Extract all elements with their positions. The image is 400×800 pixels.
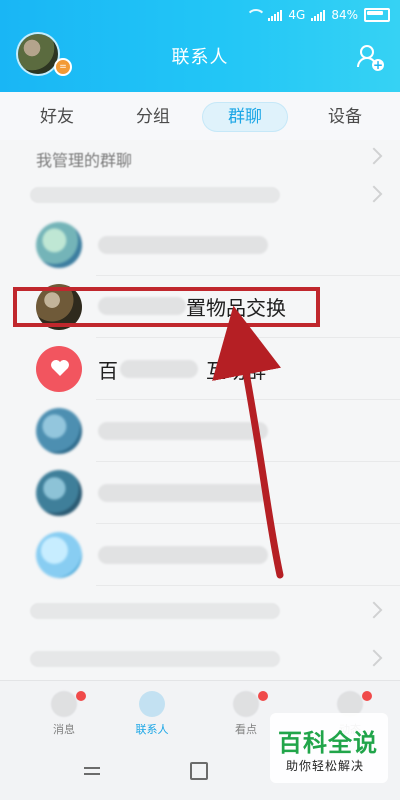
group-avatar (36, 408, 82, 454)
group-avatar (36, 470, 82, 516)
watermark-subtitle: 助你轻松解决 (286, 759, 365, 773)
wifi-icon (246, 9, 262, 21)
group-name-left: 百 (98, 359, 118, 383)
battery-icon (364, 8, 390, 22)
blurred-label (120, 360, 198, 378)
blurred-text (30, 651, 280, 667)
blurred-text (30, 603, 280, 619)
list-item[interactable] (0, 524, 400, 586)
list-item[interactable]: 百 互助群 (0, 338, 400, 400)
blurred-label (98, 422, 268, 440)
blurred-label (98, 236, 268, 254)
tab-devices[interactable]: 设备 (318, 102, 372, 132)
group-avatar (36, 222, 82, 268)
blurred-text (30, 187, 280, 203)
page-title: 联系人 (171, 47, 229, 68)
highlight-box (13, 287, 320, 327)
list-item[interactable] (0, 214, 400, 276)
tab-group-chats[interactable]: 群聊 (202, 102, 288, 132)
nav-contacts[interactable]: 联系人 (112, 687, 192, 739)
nav-label: 联系人 (135, 723, 169, 736)
chevron-down-icon (365, 185, 383, 203)
highlight-icon (233, 691, 259, 717)
contacts-icon (139, 691, 165, 717)
network-label: 4G (288, 8, 306, 22)
message-icon (51, 691, 77, 717)
signal-icon-2 (311, 9, 326, 21)
group-section-header[interactable]: 我管理的群聊 (0, 140, 400, 174)
blurred-label (98, 546, 268, 564)
group-section-header[interactable] (0, 178, 400, 212)
plus-icon: + (372, 58, 384, 72)
status-bar: 4G 84% (246, 6, 390, 24)
chevron-down-icon (365, 649, 383, 667)
chevron-down-icon (365, 601, 383, 619)
chevron-down-icon (365, 147, 383, 165)
group-avatar (36, 532, 82, 578)
notification-badge (258, 691, 268, 701)
notification-badge (76, 691, 86, 701)
tab-groups[interactable]: 分组 (126, 102, 180, 132)
list-item[interactable] (0, 400, 400, 462)
top-header: 4G 84% = 联系人 + (0, 0, 400, 92)
recents-icon[interactable] (82, 760, 102, 780)
contact-tabs: 好友 分组 群聊 设备 (0, 92, 400, 140)
watermark: 百科全说 助你轻松解决 (270, 713, 388, 783)
group-name-right: 互助群 (206, 359, 266, 383)
list-item[interactable] (0, 462, 400, 524)
signal-icon (268, 9, 283, 21)
nav-messages[interactable]: 消息 (24, 687, 104, 739)
group-section-header[interactable] (0, 594, 400, 628)
watermark-title: 百科全说 (278, 729, 378, 757)
group-chat-list: 我管理的群聊 置物品交换 百 互助群 (0, 140, 400, 680)
group-section-title: 我管理的群聊 (36, 151, 133, 170)
home-icon[interactable] (190, 762, 208, 780)
battery-percent: 84% (331, 8, 358, 22)
divider (96, 585, 400, 586)
group-section-header[interactable] (0, 642, 400, 676)
add-contact-button[interactable]: + (356, 43, 384, 72)
notification-badge (362, 691, 372, 701)
blurred-label (98, 484, 268, 502)
tab-friends[interactable]: 好友 (30, 102, 84, 132)
heart-icon (36, 346, 82, 392)
nav-label: 消息 (53, 723, 75, 736)
